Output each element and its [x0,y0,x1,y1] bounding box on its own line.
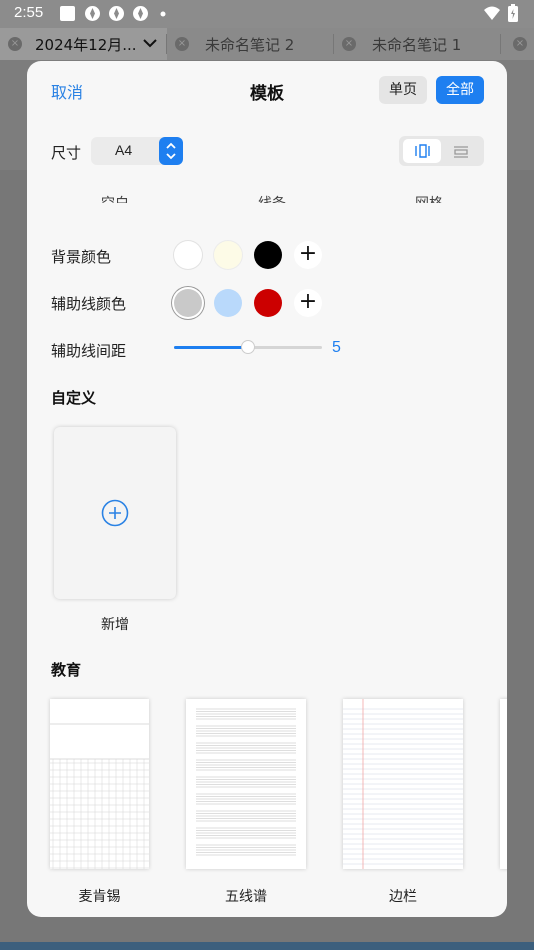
bg-color-white-swatch[interactable] [174,241,202,269]
education-section-title: 教育 [51,661,82,679]
single-page-button[interactable]: 单页 [379,76,427,104]
next-template-card[interactable] [500,699,507,869]
sheet-title: 模板 [250,84,284,104]
close-tab-icon[interactable]: × [8,37,22,51]
add-circle-icon [101,499,129,527]
custom-section-title: 自定义 [51,389,97,407]
mckinsey-template-preview [50,723,149,869]
status-bar: 2:55 [0,0,534,28]
stepper-chevrons-icon[interactable] [159,137,183,165]
new-template-card[interactable] [54,427,176,599]
category-grid[interactable]: 网格 [415,193,443,203]
category-lines[interactable]: 线条 [258,193,286,203]
tab-label: 2024年12月... [35,36,137,54]
portrait-icon [415,144,430,158]
notification-icon [133,6,148,21]
add-bg-color-button[interactable]: + [294,241,322,269]
tab-untitled-note-1[interactable]: × 未命名笔记 1 [334,28,501,60]
tab-bar: × 2024年12月... × 未命名笔记 2 × 未命名笔记 1 × [0,28,534,60]
up-down-chevron-icon [166,142,176,160]
tab-label: 未命名笔记 2 [205,36,295,54]
chevron-down-icon[interactable] [143,38,157,48]
bottom-bar [0,942,534,950]
bg-color-black-swatch[interactable] [254,241,282,269]
notification-icon [85,6,100,21]
guide-color-blue-swatch[interactable] [214,289,242,317]
guide-color-label: 辅助线颜色 [51,295,127,313]
background-color-label: 背景颜色 [51,248,112,266]
clock: 2:55 [14,4,44,21]
square-icon [60,6,75,21]
template-category-row: 空白 线条 网格 [27,189,507,203]
tab-more[interactable]: × [501,28,534,60]
bg-color-cream-swatch[interactable] [214,241,242,269]
margin-template-preview [343,699,463,869]
slider-thumb[interactable] [241,340,255,354]
tab-label: 未命名笔记 1 [372,36,462,54]
category-blank[interactable]: 空白 [101,193,129,203]
size-select[interactable]: A4 [91,137,183,165]
staff-template-card[interactable] [186,699,306,869]
all-button[interactable]: 全部 [436,76,484,104]
tab-note-2024-12[interactable]: × 2024年12月... [0,28,167,60]
mckinsey-template-card[interactable] [50,699,149,869]
template-sheet: 取消 模板 单页 全部 尺寸 A4 空白 线条 网格 背景颜色 [27,61,507,917]
guide-color-gray-swatch[interactable] [174,289,202,317]
dot-icon [160,11,166,17]
guide-spacing-label: 辅助线间距 [51,342,127,360]
orientation-toggle [399,136,484,166]
staff-template-preview [196,708,296,856]
guide-color-red-swatch[interactable] [254,289,282,317]
landscape-icon [454,146,468,158]
mckinsey-template-label: 麦肯锡 [78,889,121,905]
landscape-option[interactable] [442,139,480,163]
close-tab-icon[interactable]: × [175,37,189,51]
close-tab-icon[interactable]: × [513,37,527,51]
size-label: 尺寸 [51,144,82,162]
portrait-option[interactable] [403,139,441,163]
size-value: A4 [115,142,133,158]
margin-template-card[interactable] [343,699,463,869]
add-guide-color-button[interactable]: + [294,289,322,317]
notification-icon [109,6,124,21]
wifi-icon [484,6,500,20]
battery-icon [508,4,518,22]
new-template-label: 新增 [101,617,129,633]
close-tab-icon[interactable]: × [342,37,356,51]
tab-untitled-note-2[interactable]: × 未命名笔记 2 [167,28,334,60]
margin-template-label: 边栏 [389,889,417,905]
staff-template-label: 五线谱 [225,889,267,905]
slider-fill [174,346,248,349]
guide-spacing-value: 5 [332,339,341,356]
